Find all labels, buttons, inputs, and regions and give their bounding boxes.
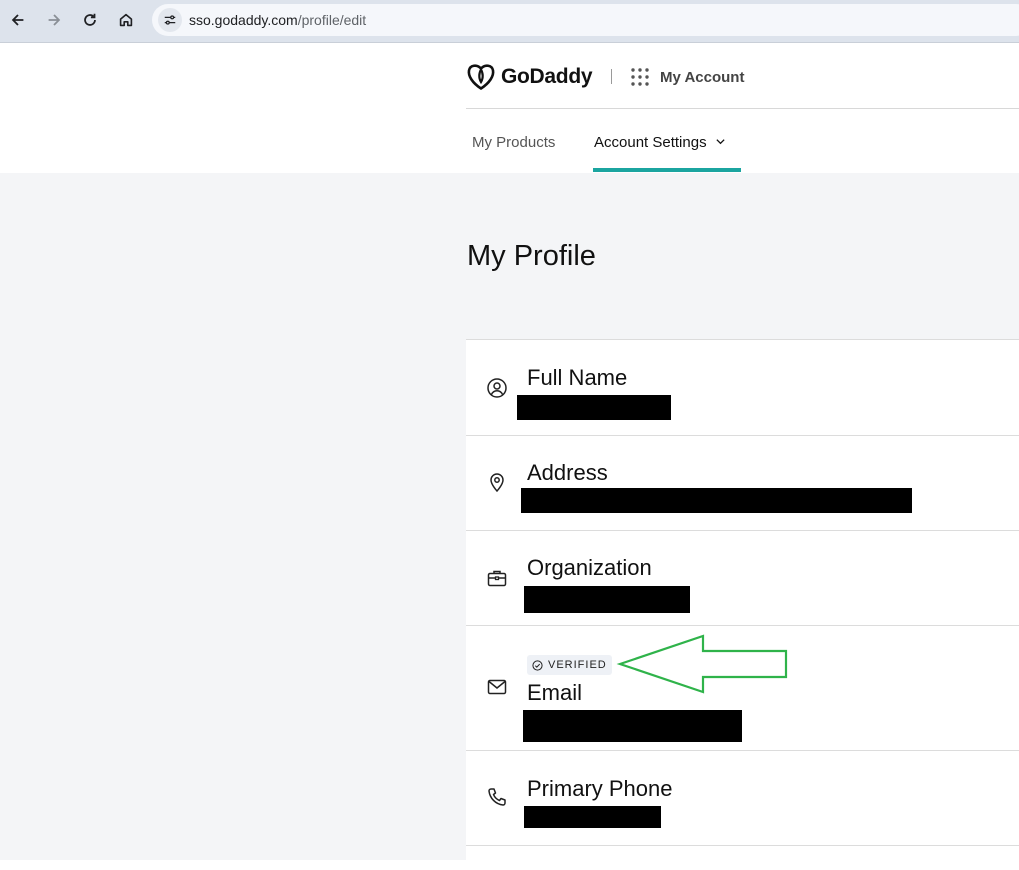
home-icon xyxy=(119,13,133,27)
reload-icon xyxy=(84,13,96,26)
verified-badge: VERIFIED xyxy=(527,655,612,675)
tab-my-products[interactable]: My Products xyxy=(472,134,555,151)
profile-row-full-name[interactable]: Full Name xyxy=(466,340,1019,436)
phone-icon xyxy=(486,786,508,808)
godaddy-logo[interactable]: GoDaddy xyxy=(466,62,593,92)
home-button[interactable] xyxy=(111,6,141,34)
apps-grid-icon[interactable] xyxy=(630,67,650,87)
site-info-button[interactable] xyxy=(158,8,182,32)
profile-card: Full Name Address Organization VERIFIED … xyxy=(466,339,1019,870)
redacted-organization xyxy=(524,586,690,613)
primary-phone-label: Primary Phone xyxy=(527,776,673,801)
organization-label: Organization xyxy=(527,555,652,580)
brand-name: GoDaddy xyxy=(501,65,593,88)
tab-account-settings-label: Account Settings xyxy=(594,134,707,151)
annotation-arrow-icon xyxy=(616,634,788,694)
profile-row-organization[interactable]: Organization xyxy=(466,530,1019,626)
redacted-full-name xyxy=(517,395,671,420)
redacted-primary-phone xyxy=(524,806,661,828)
address-bar[interactable]: sso.godaddy.com/profile/edit xyxy=(152,4,1019,36)
reload-button[interactable] xyxy=(75,6,105,34)
url-host: sso.godaddy.com xyxy=(189,12,298,28)
envelope-icon xyxy=(486,676,508,698)
url-path: /profile/edit xyxy=(297,12,367,28)
page-title: My Profile xyxy=(467,240,596,272)
profile-row-address[interactable]: Address xyxy=(466,435,1019,531)
chevron-down-icon xyxy=(715,138,725,144)
back-button[interactable] xyxy=(3,6,33,34)
tune-icon xyxy=(164,15,176,25)
arrow-right-icon xyxy=(48,14,61,26)
header-divider xyxy=(611,69,612,84)
forward-button[interactable] xyxy=(39,6,69,34)
profile-row-primary-phone[interactable]: Primary Phone xyxy=(466,750,1019,846)
tab-account-settings[interactable]: Account Settings xyxy=(594,134,726,151)
redacted-address xyxy=(521,488,912,513)
redacted-email xyxy=(523,710,742,742)
header-separator xyxy=(466,108,1019,109)
my-account-link[interactable]: My Account xyxy=(660,69,744,86)
briefcase-icon xyxy=(486,567,508,589)
active-tab-indicator xyxy=(593,168,741,172)
location-pin-icon xyxy=(486,471,508,493)
address-label: Address xyxy=(527,460,608,485)
check-circle-icon xyxy=(532,659,543,671)
browser-toolbar: sso.godaddy.com/profile/edit xyxy=(0,0,1019,43)
verified-badge-text: VERIFIED xyxy=(548,659,607,671)
godaddy-logo-icon xyxy=(467,64,495,90)
arrow-left-icon xyxy=(11,14,24,26)
full-name-label: Full Name xyxy=(527,365,628,390)
person-circle-icon xyxy=(486,377,508,399)
email-label: Email xyxy=(527,680,583,705)
url-text[interactable]: sso.godaddy.com/profile/edit xyxy=(189,12,366,28)
